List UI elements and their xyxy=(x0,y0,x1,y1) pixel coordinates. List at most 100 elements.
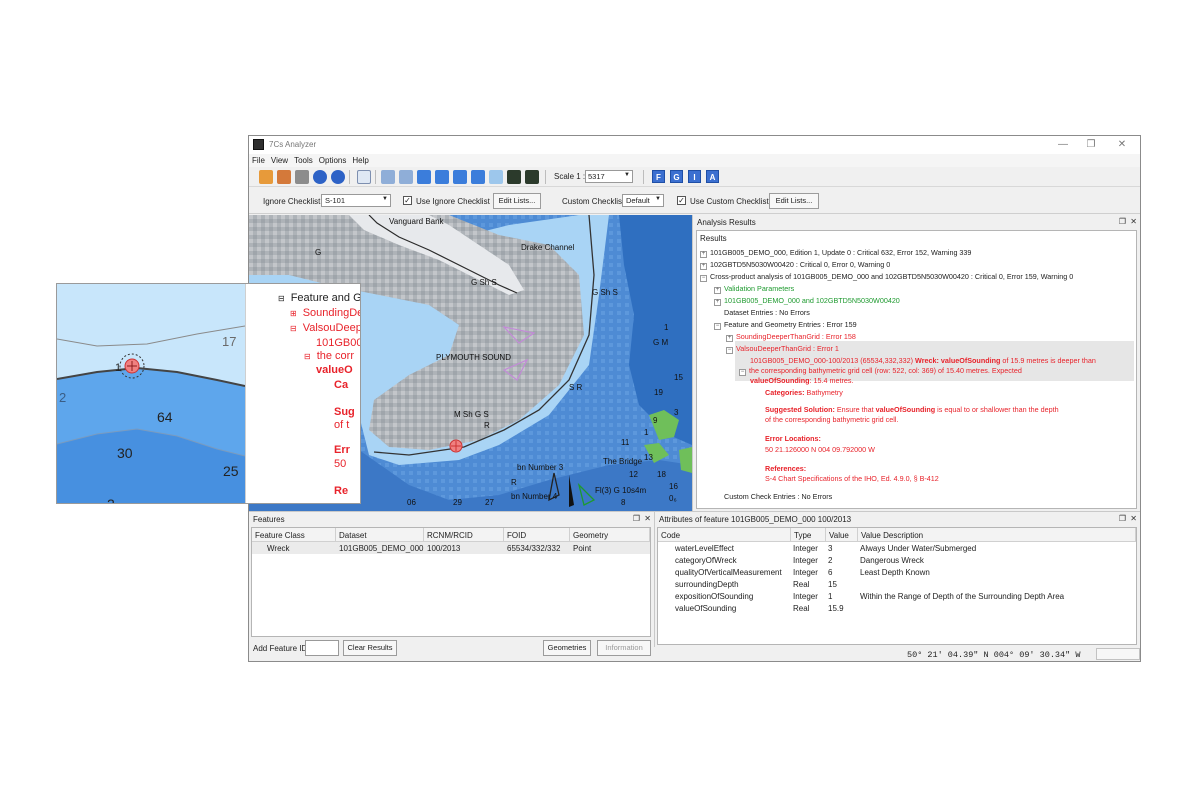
pan-down-icon[interactable] xyxy=(471,170,485,184)
expand-icon[interactable]: + xyxy=(700,251,707,258)
chevron-down-icon: ▼ xyxy=(624,172,630,178)
error-detail-line-1[interactable]: 101GB005_DEMO_000-100/2013 (65534,332,33… xyxy=(750,356,1096,365)
ignore-checklist-select[interactable]: S-101 ▼ xyxy=(321,194,391,207)
menu-options[interactable]: Options xyxy=(316,154,350,165)
expand-icon[interactable]: + xyxy=(726,335,733,342)
depth-sounding: 9 xyxy=(653,416,658,425)
error-detail-line-3: valueOfSounding: 15.4 metres. xyxy=(750,376,854,385)
map-label: Drake Channel xyxy=(521,243,575,252)
use-ignore-checkbox[interactable]: ✓ xyxy=(403,196,412,205)
collapse-icon[interactable]: − xyxy=(726,347,733,354)
pan-right-icon[interactable] xyxy=(435,170,449,184)
map-label: bn Number 3 xyxy=(517,463,564,472)
attributes-panel-header: Attributes of feature 101GB005_DEMO_000 … xyxy=(655,512,1140,526)
zoom-out-icon[interactable] xyxy=(399,170,413,184)
map-label: M Sh G S xyxy=(454,410,489,419)
close-panel-icon[interactable]: ✕ xyxy=(644,514,651,523)
analysis-results-panel: Analysis Results ❐ ✕ Results +101GB005_D… xyxy=(692,215,1140,511)
col-header[interactable]: Value xyxy=(826,528,858,542)
info-icon[interactable] xyxy=(313,170,327,184)
col-header[interactable]: Feature Class xyxy=(252,528,336,542)
close-panel-icon[interactable]: ✕ xyxy=(1130,217,1137,226)
col-header[interactable]: Code xyxy=(658,528,791,542)
menu-file[interactable]: File xyxy=(249,154,268,165)
help-icon[interactable] xyxy=(331,170,345,184)
filter-f-button[interactable]: F xyxy=(652,170,665,183)
close-button[interactable]: ✕ xyxy=(1109,137,1135,152)
depth-sounding: 12 xyxy=(629,470,638,479)
col-header[interactable]: Value Description xyxy=(858,528,1136,542)
float-panel-icon[interactable]: ❐ xyxy=(1119,217,1126,226)
zoom-results-tree: ⊟Feature and Geo ⊞SoundingDe ⊟ValsouDeep… xyxy=(245,284,361,503)
panel-title: Analysis Results xyxy=(697,218,756,227)
feature-id-input[interactable] xyxy=(305,640,339,656)
custom-checklist-select[interactable]: Default ▼ xyxy=(622,194,664,207)
information-button[interactable]: Information xyxy=(597,640,651,656)
float-panel-icon[interactable]: ❐ xyxy=(633,514,640,523)
float-panel-icon[interactable]: ❐ xyxy=(1119,514,1126,523)
col-header[interactable]: FOID xyxy=(504,528,570,542)
use-custom-checkbox[interactable]: ✓ xyxy=(677,196,686,205)
col-header[interactable]: Dataset xyxy=(336,528,424,542)
zoom-in-icon[interactable] xyxy=(381,170,395,184)
col-header[interactable]: Geometry xyxy=(570,528,650,542)
expand-icon[interactable]: + xyxy=(700,263,707,270)
geometries-button[interactable]: Geometries xyxy=(543,640,591,656)
panel-title: Features xyxy=(253,515,285,524)
zoom-tree-item: ⊞ SoundingDe xyxy=(290,307,361,319)
filter-a-button[interactable]: A xyxy=(706,170,719,183)
zoom-map: 17 1 2 64 30 25 2 xyxy=(57,284,245,503)
result-cross-product[interactable]: − Cross-product analysis of 101GB005_DEMO… xyxy=(700,272,1073,282)
col-header[interactable]: Type xyxy=(791,528,826,542)
results-tree[interactable]: Results +101GB005_DEMO_000, Edition 1, U… xyxy=(696,230,1137,509)
scale-select[interactable]: 5317 ▼ xyxy=(585,170,633,183)
custom-check-entries[interactable]: Custom Check Entries : No Errors xyxy=(724,492,832,501)
attr-description: Within the Range of Depth of the Surroun… xyxy=(860,592,1065,601)
collapse-icon[interactable]: − xyxy=(700,275,707,282)
depth-sounding: 16 xyxy=(669,482,678,491)
pan-up-icon[interactable] xyxy=(453,170,467,184)
edit-lists-ignore-button[interactable]: Edit Lists... xyxy=(493,193,541,209)
product-pair[interactable]: +101GB005_DEMO_000 and 102GBTD5N5030W004… xyxy=(714,296,900,306)
minimize-button[interactable]: — xyxy=(1050,137,1076,152)
chart-layer-icon[interactable] xyxy=(507,170,521,184)
expand-icon[interactable]: + xyxy=(714,287,721,294)
dataset-entries[interactable]: Dataset Entries : No Errors xyxy=(724,308,810,317)
depth-sounding: 17 xyxy=(222,334,236,349)
zoom-tree-item: 50 xyxy=(334,458,347,470)
pointer-icon[interactable] xyxy=(489,170,503,184)
zoom-extent-icon[interactable] xyxy=(357,170,371,184)
map-label: Fl(3) G 10s4m xyxy=(595,486,646,495)
depth-sounding: 3 xyxy=(674,408,679,417)
valsou-deeper-than-grid[interactable]: − ValsouDeeperThanGrid : Error 1 xyxy=(726,344,839,354)
expand-icon[interactable]: + xyxy=(714,299,721,306)
depth-sounding: 29 xyxy=(453,498,462,507)
col-header[interactable]: RCNM/RCID xyxy=(424,528,504,542)
filter-g-button[interactable]: G xyxy=(670,170,683,183)
open-folder-icon[interactable] xyxy=(259,170,273,184)
result-product-2[interactable]: +102GBTD5N5030W00420 : Critical 0, Error… xyxy=(700,260,890,270)
save-icon[interactable] xyxy=(277,170,291,184)
collapse-icon[interactable]: − xyxy=(714,323,721,330)
restore-button[interactable]: ❐ xyxy=(1078,137,1104,152)
feature-geometry-entries[interactable]: − Feature and Geometry Entries : Error 15… xyxy=(714,320,857,330)
map-label: S R xyxy=(569,383,583,392)
menu-tools[interactable]: Tools xyxy=(291,154,316,165)
menu-view[interactable]: View xyxy=(268,154,291,165)
validation-parameters[interactable]: + Validation Parameters xyxy=(714,284,794,294)
collapse-icon[interactable]: − xyxy=(739,369,746,376)
custom-checklist-label: Custom Checklist xyxy=(562,197,625,206)
use-ignore-label: Use Ignore Checklist xyxy=(416,197,490,206)
result-product-1[interactable]: +101GB005_DEMO_000, Edition 1, Update 0 … xyxy=(700,248,971,258)
tools-icon[interactable] xyxy=(295,170,309,184)
window-title: 7Cs Analyzer xyxy=(269,140,317,149)
sounding-deeper-than-grid[interactable]: + SoundingDeeperThanGrid : Error 158 xyxy=(726,332,856,342)
edit-lists-custom-button[interactable]: Edit Lists... xyxy=(769,193,819,209)
filter-i-button[interactable]: I xyxy=(688,170,701,183)
pan-left-icon[interactable] xyxy=(417,170,431,184)
clear-results-button[interactable]: Clear Results xyxy=(343,640,397,656)
error-locations-value[interactable]: 50 21.126000 N 004 09.792000 W xyxy=(765,445,875,454)
menu-help[interactable]: Help xyxy=(349,154,371,165)
grid-layer-icon[interactable] xyxy=(525,170,539,184)
close-panel-icon[interactable]: ✕ xyxy=(1130,514,1137,523)
